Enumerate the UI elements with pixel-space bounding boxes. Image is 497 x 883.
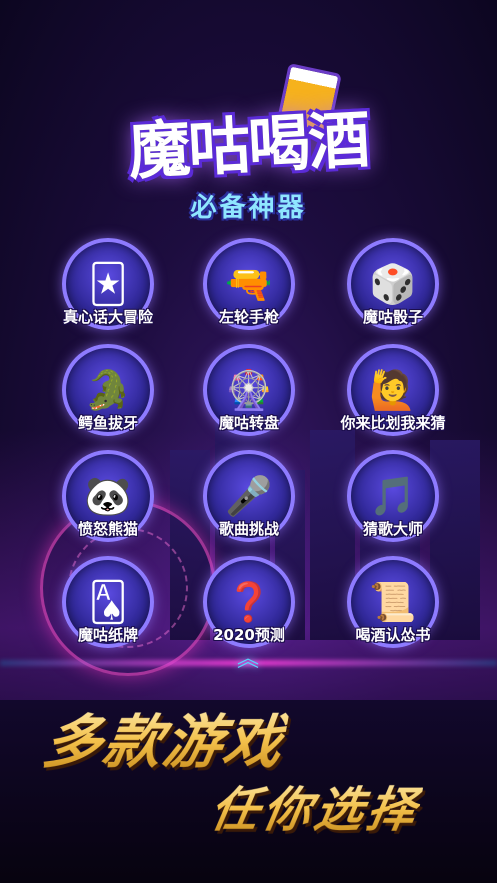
game-label: 你来比划我来猜 (340, 414, 446, 432)
double-chevron-up-icon[interactable]: ︽ (233, 649, 263, 682)
game-revolver[interactable]: 🔫 左轮手枪 (174, 238, 324, 330)
logo-title: 魔咕喝酒 (127, 102, 371, 189)
game-label: 喝酒认怂书 (355, 626, 431, 644)
game-label: 真心话大冒险 (62, 308, 153, 326)
logo-subtitle: 必备神器 (190, 193, 307, 223)
game-2020-prediction[interactable]: ❓ 2020预测 (174, 556, 324, 648)
game-certificate[interactable]: 📜 喝酒认怂书 (318, 556, 468, 648)
game-spin-wheel[interactable]: 🎡 魔咕转盘 (174, 344, 324, 436)
game-label: 歌曲挑战 (218, 520, 279, 538)
game-label: 左轮手枪 (218, 308, 279, 326)
tagline-line2: 任你选择 (206, 770, 426, 840)
tagline-line1: 多款游戏 (38, 695, 293, 779)
game-song-challenge[interactable]: 🎤 歌曲挑战 (174, 450, 324, 542)
game-label: 2020预测 (213, 626, 285, 644)
game-label: 鳄鱼拔牙 (77, 414, 138, 432)
game-truth-or-dare[interactable]: 🃏 真心话大冒险 (33, 238, 183, 330)
game-label: 魔咕纸牌 (77, 626, 138, 644)
game-label: 猜歌大师 (362, 520, 423, 538)
game-playing-cards[interactable]: 🂡 魔咕纸牌 (33, 556, 183, 648)
game-guess-song[interactable]: 🎵 猜歌大师 (318, 450, 468, 542)
game-angry-panda[interactable]: 🐼 愤怒熊猫 (33, 450, 183, 542)
game-crocodile[interactable]: 🐊 鳄鱼拔牙 (33, 344, 183, 436)
game-dice[interactable]: 🎲 魔咕骰子 (318, 238, 468, 330)
app-logo: 魔咕喝酒 必备神器 (0, 95, 497, 224)
game-label: 愤怒熊猫 (77, 520, 138, 538)
game-charades[interactable]: 🙋 你来比划我来猜 (318, 344, 468, 436)
game-label: 魔咕骰子 (362, 308, 423, 326)
game-label: 魔咕转盘 (218, 414, 279, 432)
